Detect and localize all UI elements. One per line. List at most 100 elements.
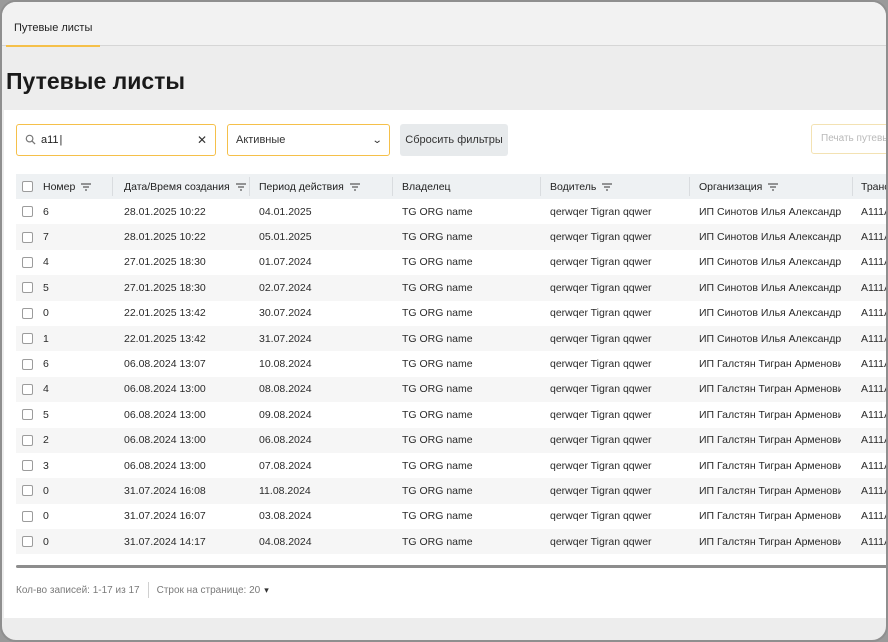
- header-period-label: Период действия: [259, 180, 344, 193]
- row-checkbox[interactable]: [22, 282, 33, 294]
- table-row[interactable]: 4 06.08.2024 13:00 08.08.2024 TG ORG name qe…: [16, 376, 886, 403]
- cell-owner: TG ORG name: [402, 205, 473, 218]
- rows-per-page-label: Строк на странице: 20: [156, 584, 261, 596]
- cell-period: 04.01.2025: [259, 205, 312, 218]
- table-row[interactable]: 4 27.01.2025 18:30 01.07.2024 TG ORG name qe…: [16, 250, 886, 275]
- row-checkbox[interactable]: [22, 536, 33, 548]
- table-row[interactable]: 5 06.08.2024 13:00 09.08.2024 TG ORG name qe…: [16, 402, 886, 427]
- filter-icon[interactable]: [349, 183, 360, 191]
- header-driver[interactable]: Водитель: [550, 181, 692, 193]
- print-waybills-button[interactable]: Печать путевых: [811, 124, 886, 154]
- filter-icon[interactable]: [768, 183, 779, 191]
- row-checkbox[interactable]: [22, 358, 33, 370]
- column-divider[interactable]: [392, 177, 393, 196]
- cell-driver: qerwqer Tigran qqwer: [550, 358, 652, 371]
- rows-per-page-select[interactable]: Строк на странице: 20 ▾: [157, 585, 269, 596]
- row-checkbox[interactable]: [22, 307, 33, 319]
- search-input[interactable]: а11 ✕: [16, 124, 216, 156]
- status-select[interactable]: Активные ⌄: [227, 124, 390, 156]
- column-divider[interactable]: [852, 177, 853, 196]
- footer-divider: [147, 582, 149, 598]
- clear-icon[interactable]: ✕: [197, 133, 207, 147]
- cell-driver: qerwqer Tigran qqwer: [550, 510, 652, 523]
- cell-org: ИП Галстян Тигран Арменович: [699, 434, 841, 447]
- cell-created: 27.01.2025 18:30: [124, 281, 206, 294]
- cell-owner: TG ORG name: [402, 307, 473, 320]
- cell-org: ИП Синотов Илья Александров...: [699, 256, 841, 269]
- row-checkbox[interactable]: [22, 333, 33, 345]
- row-checkbox[interactable]: [22, 460, 33, 472]
- waybills-table: Номер Дата/Время создания Период действи…: [16, 174, 888, 555]
- row-checkbox[interactable]: [22, 434, 33, 446]
- page-title: Путевые листы: [6, 68, 186, 94]
- cell-owner: TG ORG name: [402, 383, 473, 396]
- cell-period: 01.07.2024: [259, 256, 312, 269]
- header-driver-label: Водитель: [550, 180, 597, 193]
- records-count: Кол-во записей: 1-17 из 17: [16, 584, 140, 596]
- header-org-label: Организация: [699, 180, 763, 193]
- cell-owner: TG ORG name: [402, 459, 473, 472]
- cell-driver: qerwqer Tigran qqwer: [550, 332, 652, 345]
- row-checkbox[interactable]: [22, 256, 33, 268]
- table-row[interactable]: 0 31.07.2024 14:17 04.08.2024 TG ORG name qe…: [16, 529, 886, 555]
- row-checkbox[interactable]: [22, 383, 33, 395]
- cell-owner: TG ORG name: [402, 510, 473, 523]
- header-org[interactable]: Организация: [699, 181, 841, 193]
- cell-driver: qerwqer Tigran qqwer: [550, 231, 652, 244]
- cell-period: 11.08.2024: [259, 484, 311, 497]
- table-row[interactable]: 0 31.07.2024 16:08 11.08.2024 TG ORG name qe…: [16, 478, 888, 504]
- header-period[interactable]: Период действия: [259, 181, 394, 193]
- cell-period: 04.08.2024: [259, 535, 312, 548]
- cell-created: 28.01.2025 10:22: [124, 205, 206, 218]
- reset-filters-button[interactable]: Сбросить фильтры: [400, 124, 508, 156]
- cell-driver: qerwqer Tigran qqwer: [550, 408, 652, 421]
- cell-number: 5: [43, 408, 49, 421]
- column-divider[interactable]: [540, 177, 541, 196]
- table-row[interactable]: 5 27.01.2025 18:30 02.07.2024 TG ORG name qe…: [16, 275, 886, 301]
- cell-owner: TG ORG name: [402, 484, 473, 497]
- cell-owner: TG ORG name: [402, 358, 473, 371]
- cell-transport: А111А: [861, 484, 888, 497]
- cell-number: 4: [43, 256, 49, 269]
- select-all-checkbox[interactable]: [22, 181, 33, 192]
- column-divider[interactable]: [689, 177, 690, 196]
- table-row[interactable]: 7 28.01.2025 10:22 05.01.2025 TG ORG name qe…: [16, 224, 886, 250]
- search-value[interactable]: а11: [41, 134, 197, 146]
- filter-icon[interactable]: [602, 183, 613, 191]
- cell-number: 0: [43, 510, 49, 523]
- cell-org: ИП Галстян Тигран Арменович: [699, 484, 841, 497]
- cell-org: ИП Галстян Тигран Арменович: [699, 459, 841, 472]
- cell-period: 08.08.2024: [259, 383, 312, 396]
- filter-icon[interactable]: [81, 183, 92, 191]
- header-transport[interactable]: Транс: [861, 181, 886, 193]
- cell-driver: qerwqer Tigran qqwer: [550, 459, 652, 472]
- row-checkbox[interactable]: [22, 231, 33, 243]
- column-divider[interactable]: [112, 177, 113, 196]
- header-number[interactable]: Номер: [43, 181, 98, 193]
- header-created[interactable]: Дата/Время создания: [124, 181, 252, 193]
- cell-number: 5: [43, 281, 49, 294]
- table-row[interactable]: 0 22.01.2025 13:42 30.07.2024 TG ORG name qe…: [16, 301, 886, 326]
- cell-created: 06.08.2024 13:00: [124, 459, 206, 472]
- table-row[interactable]: 3 06.08.2024 13:00 07.08.2024 TG ORG name qe…: [16, 453, 886, 478]
- cell-period: 02.07.2024: [259, 281, 312, 294]
- cell-created: 31.07.2024 16:07: [124, 510, 206, 523]
- table-row[interactable]: 1 22.01.2025 13:42 31.07.2024 TG ORG name qe…: [16, 325, 886, 352]
- table-row[interactable]: 0 31.07.2024 16:07 03.08.2024 TG ORG name qe…: [16, 504, 888, 529]
- header-owner[interactable]: Владелец: [402, 181, 542, 193]
- cell-transport: А111А: [861, 510, 888, 523]
- row-checkbox[interactable]: [22, 409, 33, 421]
- cell-driver: qerwqer Tigran qqwer: [550, 256, 652, 269]
- horizontal-scrollbar[interactable]: [16, 565, 886, 568]
- table-footer: Кол-во записей: 1-17 из 17 Строк на стра…: [16, 582, 269, 598]
- filter-icon[interactable]: [235, 183, 246, 191]
- tab-waybills[interactable]: Путевые листы: [6, 14, 101, 47]
- row-checkbox[interactable]: [22, 206, 33, 218]
- column-divider[interactable]: [249, 177, 250, 196]
- cell-number: 3: [43, 459, 49, 472]
- row-checkbox[interactable]: [22, 510, 33, 522]
- table-row[interactable]: 2 06.08.2024 13:00 06.08.2024 TG ORG name qe…: [16, 427, 886, 453]
- table-row[interactable]: 6 28.01.2025 10:22 04.01.2025 TG ORG name qe…: [16, 199, 886, 224]
- table-row[interactable]: 6 06.08.2024 13:07 10.08.2024 TG ORG name qe…: [16, 351, 886, 376]
- row-checkbox[interactable]: [22, 485, 33, 497]
